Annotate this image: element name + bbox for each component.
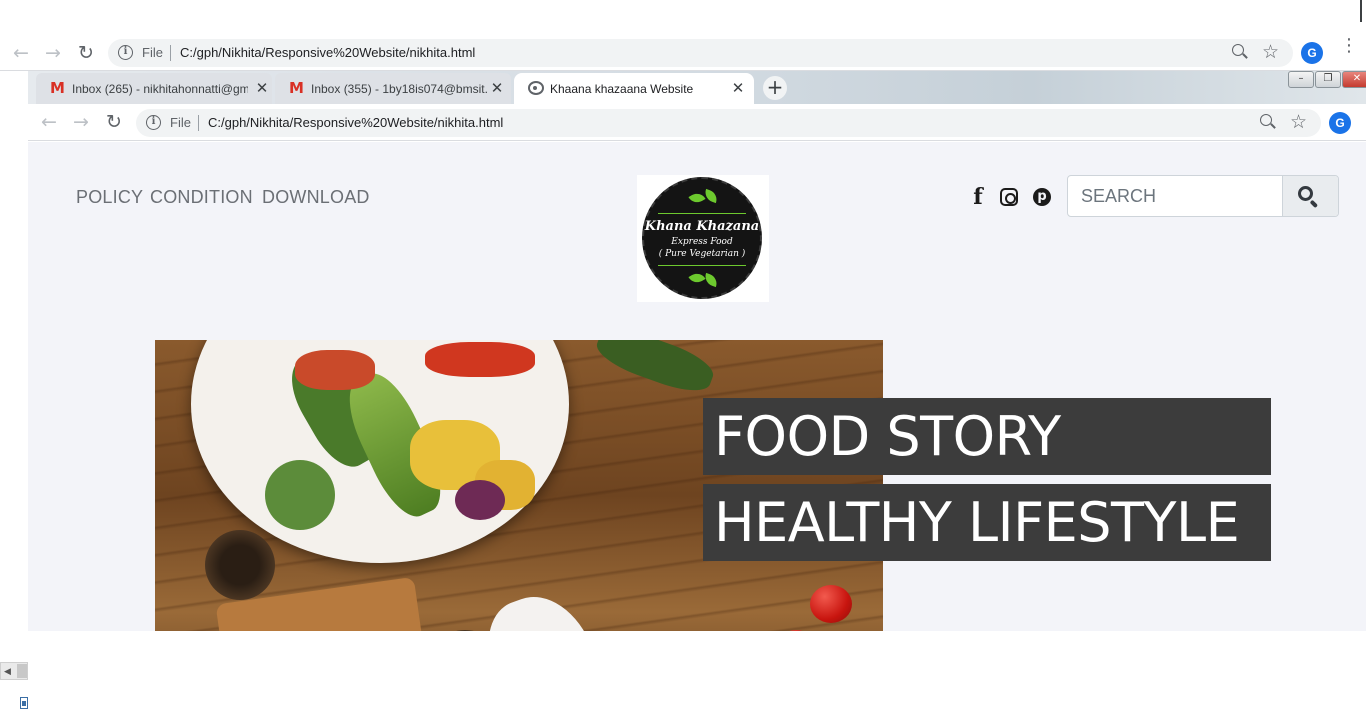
leaf-icon (688, 270, 706, 286)
logo-title: Khana Khazana (644, 219, 760, 234)
scheme-label: File (170, 115, 191, 130)
logo-divider (658, 265, 746, 266)
window-corner-edge (1360, 0, 1366, 22)
page-lower-area (28, 631, 1366, 728)
nav-link-condition[interactable]: CONDITION (150, 187, 253, 208)
inner-address-bar[interactable]: i File C:/gph/Nikhita/Responsive%20Websi… (136, 109, 1321, 137)
tab-title: Khaana khazaana Website (550, 82, 694, 96)
scheme-label: File (142, 45, 163, 60)
facebook-icon[interactable]: f (971, 186, 985, 208)
forward-arrow-icon[interactable]: → (42, 42, 64, 64)
leaf-icon (702, 272, 720, 288)
tab-strip: M Inbox (265) - nikhitahonnatti@gm ✕ M I… (28, 71, 1366, 104)
inner-browser-toolbar: ← → ↻ i File C:/gph/Nikhita/Responsive%2… (28, 104, 1366, 141)
nav-link-policy[interactable]: POLICY (76, 187, 143, 208)
logo-tagline: ( Pure Vegetarian ) (658, 249, 746, 259)
site-info-icon[interactable]: i (146, 115, 161, 130)
minimize-icon[interactable]: – (1288, 71, 1314, 88)
back-arrow-icon[interactable]: ← (10, 42, 32, 64)
reload-icon[interactable]: ↻ (75, 42, 97, 64)
restore-icon[interactable]: ❐ (1315, 71, 1341, 88)
globe-icon (528, 81, 544, 95)
logo-badge: Khana Khazana Express Food ( Pure Vegeta… (642, 177, 762, 299)
tab-gmail-2[interactable]: M Inbox (355) - 1by18is074@bmsit. ✕ (275, 73, 511, 104)
scroll-left-icon[interactable]: ◀ (4, 666, 11, 676)
search-form (1067, 175, 1339, 217)
outer-browser-toolbar: ← → ↻ i File C:/gph/Nikhita/Responsive%2… (0, 36, 1366, 70)
leaf-icon (702, 188, 720, 204)
zoom-icon[interactable] (1232, 44, 1248, 60)
inner-browser-window: M Inbox (265) - nikhitahonnatti@gm ✕ M I… (28, 71, 1366, 728)
search-icon (1298, 186, 1313, 201)
back-arrow-icon[interactable]: ← (38, 111, 60, 133)
close-tab-icon[interactable]: ✕ (489, 79, 505, 97)
url-text[interactable]: C:/gph/Nikhita/Responsive%20Website/nikh… (208, 115, 503, 130)
taskbar-app-icon[interactable] (20, 697, 28, 709)
hero-headline-2: HEALTHY LIFESTYLE (703, 484, 1271, 561)
profile-avatar[interactable]: G (1301, 42, 1323, 64)
bookmark-star-icon[interactable]: ☆ (1262, 41, 1279, 63)
omnibox-divider (198, 115, 199, 131)
website-page: POLICY CONDITION DOWNLOAD Khana Khazana … (28, 142, 1366, 728)
tab-title: Inbox (265) - nikhitahonnatti@gm (72, 82, 248, 96)
close-tab-icon[interactable]: ✕ (254, 79, 270, 97)
scroll-thumb[interactable] (17, 664, 27, 678)
instagram-icon[interactable] (1000, 188, 1018, 206)
close-tab-icon[interactable]: ✕ (730, 79, 746, 97)
gmail-icon: M (289, 79, 304, 97)
reload-icon[interactable]: ↻ (103, 111, 125, 133)
search-input[interactable] (1068, 176, 1282, 216)
outer-address-bar[interactable]: i File C:/gph/Nikhita/Responsive%20Websi… (108, 39, 1293, 67)
leaf-icon (688, 190, 706, 206)
tab-gmail-1[interactable]: M Inbox (265) - nikhitahonnatti@gm ✕ (36, 73, 272, 104)
new-tab-plus-icon[interactable]: + (763, 76, 787, 100)
gmail-icon: M (50, 79, 65, 97)
search-button[interactable] (1282, 176, 1338, 216)
url-text[interactable]: C:/gph/Nikhita/Responsive%20Website/nikh… (180, 45, 475, 60)
horizontal-scrollbar[interactable]: ◀ (0, 662, 28, 680)
zoom-icon[interactable] (1260, 114, 1276, 130)
omnibox-divider (170, 45, 171, 61)
tab-title: Inbox (355) - 1by18is074@bmsit. (311, 82, 487, 96)
menu-kebab-icon[interactable]: ⋮ (1340, 36, 1358, 54)
bookmark-star-icon[interactable]: ☆ (1290, 111, 1307, 133)
site-logo[interactable]: Khana Khazana Express Food ( Pure Vegeta… (637, 175, 769, 302)
hero-headline-1: FOOD STORY (703, 398, 1271, 475)
logo-subtitle: Express Food (671, 237, 733, 247)
nav-link-download[interactable]: DOWNLOAD (262, 187, 370, 208)
pinterest-icon[interactable]: p (1033, 188, 1051, 206)
logo-divider (658, 213, 746, 214)
tab-khaana-khazaana[interactable]: Khaana khazaana Website ✕ (514, 73, 754, 104)
close-window-icon[interactable]: ✕ (1342, 71, 1366, 88)
profile-avatar[interactable]: G (1329, 112, 1351, 134)
site-info-icon[interactable]: i (118, 45, 133, 60)
forward-arrow-icon[interactable]: → (70, 111, 92, 133)
